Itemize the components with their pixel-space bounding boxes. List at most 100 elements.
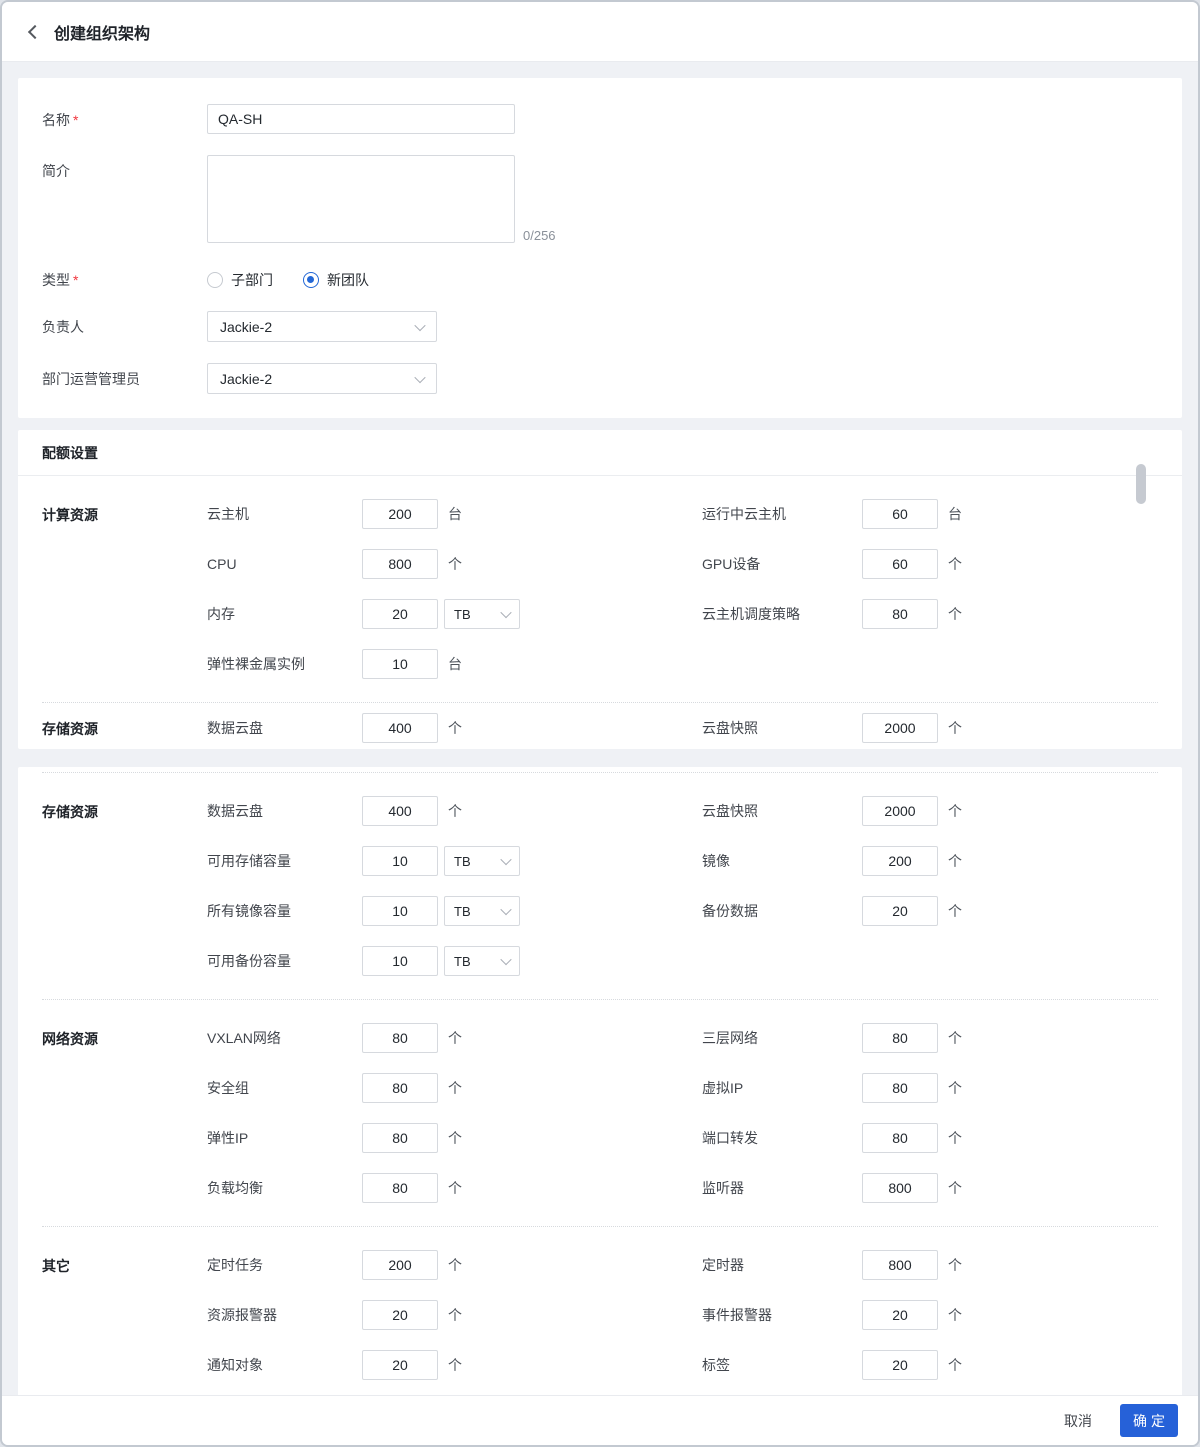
radio-sub-department[interactable]: 子部门: [207, 270, 273, 290]
page-title: 创建组织架构: [54, 25, 151, 43]
name-row: 名称 *: [42, 104, 1158, 134]
quota-input[interactable]: [362, 946, 438, 976]
quota-input[interactable]: [362, 1023, 438, 1053]
admin-select-value: Jackie-2: [220, 370, 273, 387]
unit-select-value: TB: [454, 606, 471, 622]
quota-input[interactable]: [362, 499, 438, 529]
type-label: 类型 *: [42, 264, 207, 290]
quota-input[interactable]: [362, 796, 438, 826]
quota-cell-left: 数据云盘 个: [207, 796, 702, 826]
quota-cell-left: 安全组 个: [207, 1073, 702, 1103]
owner-select[interactable]: Jackie-2: [207, 311, 437, 342]
radio-circle-icon: [207, 272, 223, 288]
quota-unit: 个: [948, 1180, 962, 1196]
quota-unit: 个: [948, 1257, 962, 1273]
quota-input[interactable]: [862, 1023, 938, 1053]
intro-wrap: 0/256: [207, 155, 556, 243]
quota-field-label: 内存: [207, 606, 235, 622]
quota-input[interactable]: [862, 896, 938, 926]
quota-input[interactable]: [362, 1250, 438, 1280]
quota-input[interactable]: [862, 599, 938, 629]
basic-info-panel: 名称* 简介 0/256 类型* 子部门: [18, 78, 1182, 418]
quota-input[interactable]: [362, 649, 438, 679]
scrollbar-thumb[interactable]: [1136, 464, 1146, 504]
quota-field-label: 云主机: [207, 506, 249, 522]
quota-field-label: 安全组: [207, 1080, 249, 1096]
intro-textarea[interactable]: [207, 155, 515, 243]
quota-field-label: 定时任务: [207, 1257, 263, 1273]
quota-input[interactable]: [862, 796, 938, 826]
quota-input[interactable]: [862, 713, 938, 743]
name-input[interactable]: [207, 104, 515, 134]
quota-rows: 定时任务个定时器个资源报警器个事件报警器个通知对象个标签个: [207, 1240, 1158, 1390]
create-org-page: 创建组织架构 名称* 简介 0/256 类型* 子部门: [0, 0, 1200, 1447]
quota-panel-top-body: 计算资源云主机台运行中云主机台CPU个GPU设备个内存TB云主机调度策略个弹性裸…: [18, 476, 1182, 749]
quota-input[interactable]: [362, 1073, 438, 1103]
radio-circle-icon: [303, 272, 319, 288]
cancel-button[interactable]: 取消: [1064, 1411, 1092, 1431]
quota-row: 安全组 个 虚拟IP 个: [207, 1063, 1158, 1113]
quota-input[interactable]: [362, 599, 438, 629]
quota-field-label: 监听器: [702, 1180, 744, 1196]
unit-select[interactable]: TB: [444, 896, 520, 926]
quota-cell-left: 可用存储容量 TB: [207, 846, 702, 876]
quota-input[interactable]: [362, 1173, 438, 1203]
quota-input[interactable]: [362, 713, 438, 743]
unit-select[interactable]: TB: [444, 599, 520, 629]
unit-select[interactable]: TB: [444, 846, 520, 876]
quota-cell-right: 监听器 个: [702, 1173, 962, 1203]
quota-section-title: 存储资源: [42, 721, 98, 737]
quota-input[interactable]: [362, 896, 438, 926]
quota-field-label: 可用备份容量: [207, 953, 291, 969]
quota-field-label: 负载均衡: [207, 1180, 263, 1196]
quota-input[interactable]: [862, 1173, 938, 1203]
quota-input[interactable]: [862, 1300, 938, 1330]
quota-input[interactable]: [862, 1350, 938, 1380]
back-icon[interactable]: [27, 24, 43, 39]
quota-section: 存储资源 数据云盘 个 云盘快照 个: [42, 702, 1158, 749]
quota-cell-left: 负载均衡 个: [207, 1173, 702, 1203]
page-content: 名称* 简介 0/256 类型* 子部门: [2, 62, 1198, 1395]
quota-unit: 个: [448, 1307, 462, 1323]
quota-input[interactable]: [862, 1073, 938, 1103]
chevron-down-icon: [500, 853, 512, 866]
unit-select[interactable]: TB: [444, 946, 520, 976]
quota-cell-right: 云盘快照 个: [702, 796, 962, 826]
quota-field-label: 所有镜像容量: [207, 903, 291, 919]
quota-input[interactable]: [362, 1350, 438, 1380]
quota-section-title: 存储资源: [42, 804, 98, 820]
radio-new-team[interactable]: 新团队: [303, 270, 369, 290]
chevron-down-icon: [500, 606, 512, 619]
quota-cell-right: 定时器 个: [702, 1250, 962, 1280]
quota-input[interactable]: [862, 1123, 938, 1153]
quota-settings-title: 配额设置: [18, 430, 1182, 476]
quota-input[interactable]: [362, 1123, 438, 1153]
admin-select[interactable]: Jackie-2: [207, 363, 437, 394]
quota-field-label: 可用存储容量: [207, 853, 291, 869]
quota-cell-right: 镜像 个: [702, 846, 962, 876]
quota-input[interactable]: [362, 846, 438, 876]
quota-unit: 个: [948, 1307, 962, 1323]
quota-field-label: 事件报警器: [702, 1307, 772, 1323]
quota-cell-right: 标签 个: [702, 1350, 962, 1380]
quota-input[interactable]: [362, 549, 438, 579]
char-counter: 0/256: [523, 228, 556, 243]
confirm-button[interactable]: 确定: [1120, 1404, 1178, 1437]
quota-input[interactable]: [862, 549, 938, 579]
intro-row: 简介 0/256: [42, 155, 1158, 243]
quota-unit: 个: [948, 720, 962, 736]
quota-input[interactable]: [862, 846, 938, 876]
quota-row: 所有镜像容量 TB 备份数据 个: [207, 886, 1158, 936]
radio-label: 子部门: [231, 272, 273, 288]
quota-cell-right: 三层网络 个: [702, 1023, 962, 1053]
quota-field-label: 标签: [702, 1357, 730, 1373]
quota-cell-left: 内存 TB: [207, 599, 702, 629]
quota-input[interactable]: [862, 1250, 938, 1280]
quota-unit: 个: [948, 1357, 962, 1373]
quota-input[interactable]: [862, 499, 938, 529]
quota-unit: 个: [448, 1030, 462, 1046]
quota-input[interactable]: [362, 1300, 438, 1330]
chevron-down-icon: [414, 319, 426, 331]
quota-section-title: 计算资源: [42, 507, 98, 523]
quota-field-label: 云主机调度策略: [702, 606, 800, 622]
